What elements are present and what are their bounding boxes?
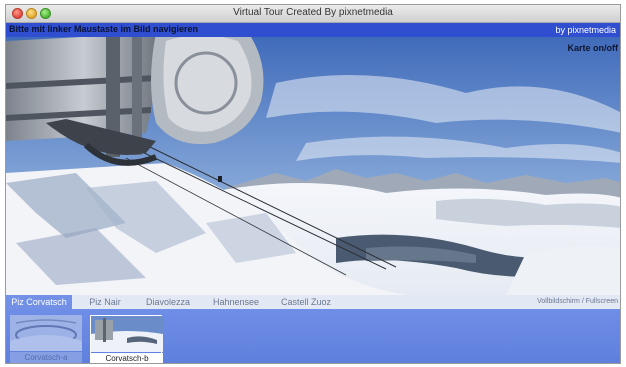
thumbnail-label: Corvatsch-a xyxy=(10,352,82,363)
thumbnail-corvatsch-a[interactable]: Corvatsch-a xyxy=(10,315,82,363)
thumbnail-strip: Corvatsch-a Corvatsch-b xyxy=(6,309,620,363)
thumbnail-corvatsch-b[interactable]: Corvatsch-b xyxy=(90,315,163,363)
map-toggle-button[interactable]: Karte on/off xyxy=(568,43,619,53)
window-title: Virtual Tour Created By pixnetmedia xyxy=(233,7,393,18)
tab-piz-nair[interactable]: Piz Nair xyxy=(78,295,132,309)
title-bar: Virtual Tour Created By pixnetmedia xyxy=(6,5,620,23)
brand-link[interactable]: by pixnetmedia xyxy=(555,25,616,35)
fullscreen-toggle[interactable]: Vollbildschirm / Fullscreen xyxy=(537,298,618,305)
panorama-thumbnail-image xyxy=(10,315,82,351)
thumbnail-label: Corvatsch-b xyxy=(91,353,163,363)
navigation-hint: Bitte mit linker Maustaste im Bild navig… xyxy=(9,24,199,34)
tour-stage: Bitte mit linker Maustaste im Bild navig… xyxy=(6,23,620,363)
location-tabs: Piz Corvatsch Piz Nair Diavolezza Hahnen… xyxy=(6,295,620,309)
tab-piz-corvatsch[interactable]: Piz Corvatsch xyxy=(6,295,72,309)
tab-castell-zuoz[interactable]: Castell Zuoz xyxy=(274,295,338,309)
tab-hahnensee[interactable]: Hahnensee xyxy=(204,295,268,309)
tab-diavolezza[interactable]: Diavolezza xyxy=(138,295,198,309)
info-bar: Bitte mit linker Maustaste im Bild navig… xyxy=(6,23,620,37)
panorama-thumbnail-image xyxy=(91,316,163,352)
app-window: Virtual Tour Created By pixnetmedia Bitt… xyxy=(5,4,621,364)
